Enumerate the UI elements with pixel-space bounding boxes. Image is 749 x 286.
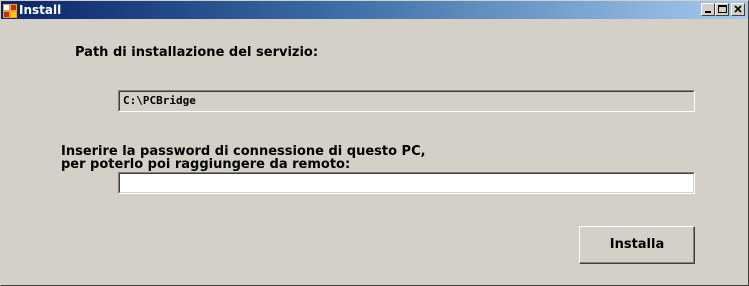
close-icon xyxy=(734,5,742,13)
password-label-line2: per poterlo poi raggiungere da remoto: xyxy=(61,157,351,172)
path-label: Path di installazione del servizio: xyxy=(75,45,319,60)
title-bar[interactable]: Install xyxy=(1,1,748,19)
password-input[interactable] xyxy=(119,173,694,193)
minimize-button[interactable] xyxy=(701,3,715,16)
minimize-icon xyxy=(705,11,711,13)
app-icon[interactable] xyxy=(3,3,17,18)
install-window: Install Path di installazione del serviz… xyxy=(0,0,749,286)
window-title: Install xyxy=(19,3,62,17)
path-value: C:\PCBridge xyxy=(119,91,694,111)
close-button[interactable] xyxy=(731,3,745,16)
password-field[interactable] xyxy=(118,172,695,194)
path-field: C:\PCBridge xyxy=(118,90,695,112)
maximize-icon xyxy=(718,5,727,13)
maximize-button[interactable] xyxy=(715,3,729,16)
install-button[interactable]: Installa xyxy=(579,226,695,264)
